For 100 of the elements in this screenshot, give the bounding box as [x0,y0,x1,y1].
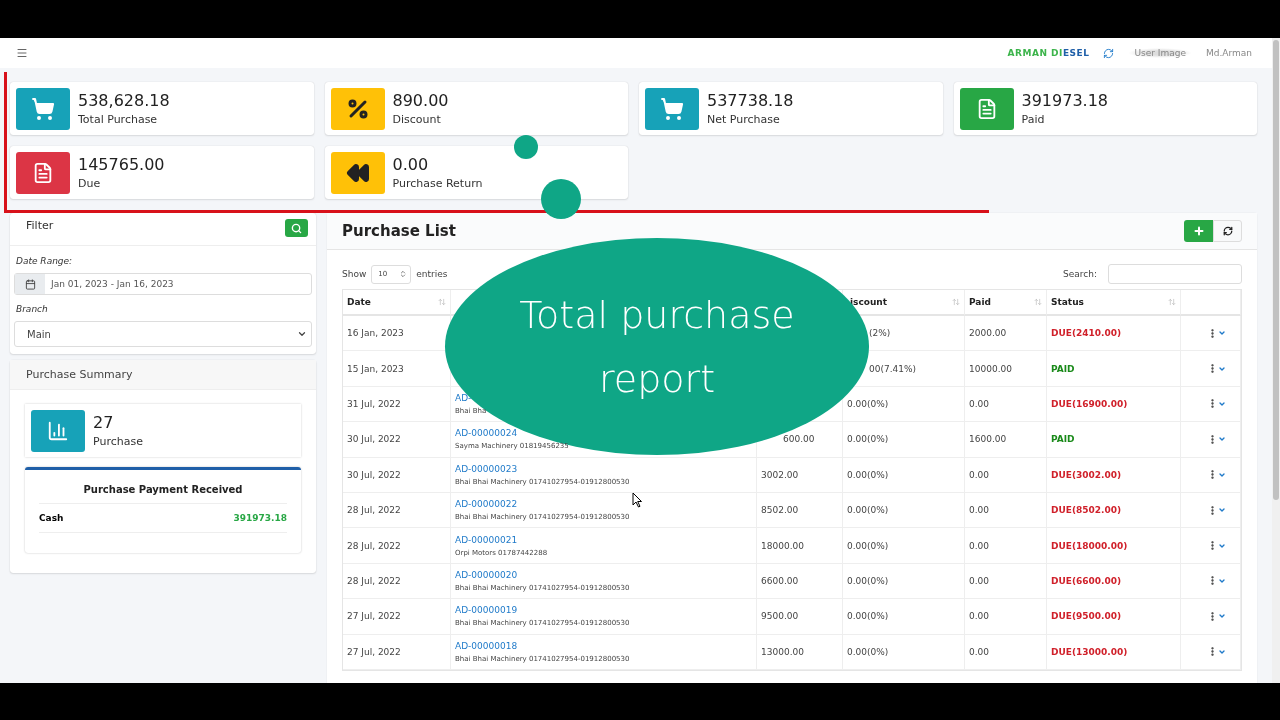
brand-name: ESEL [1062,48,1090,58]
table-cell-text: 0.00 [969,611,990,622]
panel-title: Purchase Summary [10,360,316,390]
invoice-link[interactable]: AD-00000024 [455,428,518,439]
table-cell-text: 3002.00 [761,469,799,480]
status-text: DUE(6600.00) [1051,575,1122,586]
table-cell-text: 13000.00 [761,646,804,657]
status-text: DUE(9500.00) [1051,611,1122,622]
cart-icon [660,96,684,121]
table-cell-text: 0.00(0%) [847,646,889,657]
panel-title: Filter [26,219,54,232]
column-header[interactable]: Date [347,297,371,307]
table-cell-text: 16 Jan, 2023 [347,328,404,339]
table-cell-text: 00(7.41%) [869,363,917,374]
count-label: Purchase [93,435,143,448]
scrollbar[interactable] [1272,38,1280,683]
table-cell-text: 30 Jul, 2022 [347,434,401,445]
status-text: DUE(8502.00) [1051,505,1122,516]
table-cell-text: 0.00(0%) [847,469,889,480]
date-range-field[interactable]: Jan 01, 2023 - Jan 16, 2023 [14,273,312,295]
table-cell-text: 30 Jul, 2022 [347,469,401,480]
table-cell-text: 6600.00 [761,575,799,586]
table-cell-text: 31 Jul, 2022 [347,398,401,409]
table-cell-text: 1600.00 [969,434,1007,445]
invoice-link[interactable]: AD- [455,392,472,403]
table-cell-text: 0.00 [969,505,990,516]
table-cell-text: 18000.00 [761,540,804,551]
search-button[interactable] [285,219,308,237]
invoice-link[interactable]: AD-00000018 [455,640,518,651]
status-text: PAID [1051,363,1075,374]
chevron-down-icon [297,329,307,339]
status-text: DUE(2410.00) [1051,328,1122,339]
up-down-icon [399,270,408,278]
stat-value: 538,628.18 [78,91,170,110]
show-label: Show [342,269,367,279]
invoice-link[interactable]: AD-00000022 [455,499,518,510]
entries-label: entries [416,269,448,279]
cart-icon [31,96,55,121]
card-title: Purchase Payment Received [39,484,287,504]
status-text: DUE(13000.00) [1051,646,1128,657]
plus-icon [1192,225,1205,237]
stat-value: 890.00 [392,91,449,110]
table-cell-text: 0.00 [969,540,990,551]
calendar-icon [24,278,36,290]
stat-value: 0.00 [392,155,430,174]
table-cell-text: 9500.00 [761,611,799,622]
table-cell-text: 0.00(0%) [847,505,889,516]
invoice-link[interactable]: AD-00000019 [455,605,518,616]
table-cell-text: 15 Jan, 2023 [347,363,404,374]
status-text: DUE(3002.00) [1051,469,1122,480]
stat-value: 537738.18 [707,91,794,110]
table-cell-text: 0.00 [969,646,990,657]
mouse-pointer-icon [632,492,643,508]
user-name[interactable]: Md.Arman [1205,48,1252,58]
avatar-alt-text: User Image [1128,48,1192,58]
table-cell-text: 0.00 [969,469,990,480]
stat-value: 145765.00 [78,155,165,174]
refresh-icon[interactable] [1103,47,1115,59]
table-cell-text: 0.00 [969,575,990,586]
payment-amount: 391973.18 [233,513,287,523]
menu-icon[interactable] [16,47,28,59]
stat-label: Net Purchase [707,113,781,126]
table-cell-text: 10000.00 [969,363,1012,374]
invoice-link[interactable]: AD-00000021 [455,534,518,545]
search-field[interactable] [1108,264,1242,284]
stat-label: Total Purchase [78,113,159,126]
column-header[interactable]: Paid [969,297,991,307]
purchase-count: 27 [93,413,115,432]
table-cell-text: 28 Jul, 2022 [347,540,401,551]
payment-method: Cash [39,513,64,523]
branch-select[interactable]: Main [14,321,312,347]
table-cell-text: 0.00(0%) [847,611,889,622]
search-icon [291,222,302,234]
bar-chart-icon [47,419,69,442]
stat-label: Discount [392,113,442,126]
stat-label: Paid [1021,113,1046,126]
invoice-link[interactable]: AD-00000023 [455,463,518,474]
document-icon [32,161,54,184]
stat-value: 391973.18 [1021,91,1109,110]
table-cell-text: 0.00(0%) [847,540,889,551]
table-cell-text: 28 Jul, 2022 [347,505,401,516]
stat-label: Due [78,177,102,190]
panel-title: Purchase List [342,222,456,240]
refresh-button[interactable] [1213,220,1242,242]
table-cell-text: 0.00 [969,398,990,409]
search-label: Search: [1063,269,1097,279]
brand-name: ARMAN DI [1007,48,1063,58]
column-header[interactable]: Status [1051,297,1084,307]
field-label: Date Range: [15,255,74,268]
table-cell-text: 0.00(0%) [847,575,889,586]
table-cell-text: 27 Jul, 2022 [347,646,401,657]
table-cell-text: 8502.00 [761,505,799,516]
invoice-link[interactable]: AD-00000020 [455,569,518,580]
refresh-icon [1222,226,1233,236]
table-cell-text: 28 Jul, 2022 [347,575,401,586]
status-text: PAID [1051,434,1075,445]
table-cell-text: (2%) [869,328,891,339]
table-cell-text: 600.00 [783,434,815,445]
table-cell-text: 2000.00 [969,328,1007,339]
status-text: DUE(16900.00) [1051,398,1128,409]
